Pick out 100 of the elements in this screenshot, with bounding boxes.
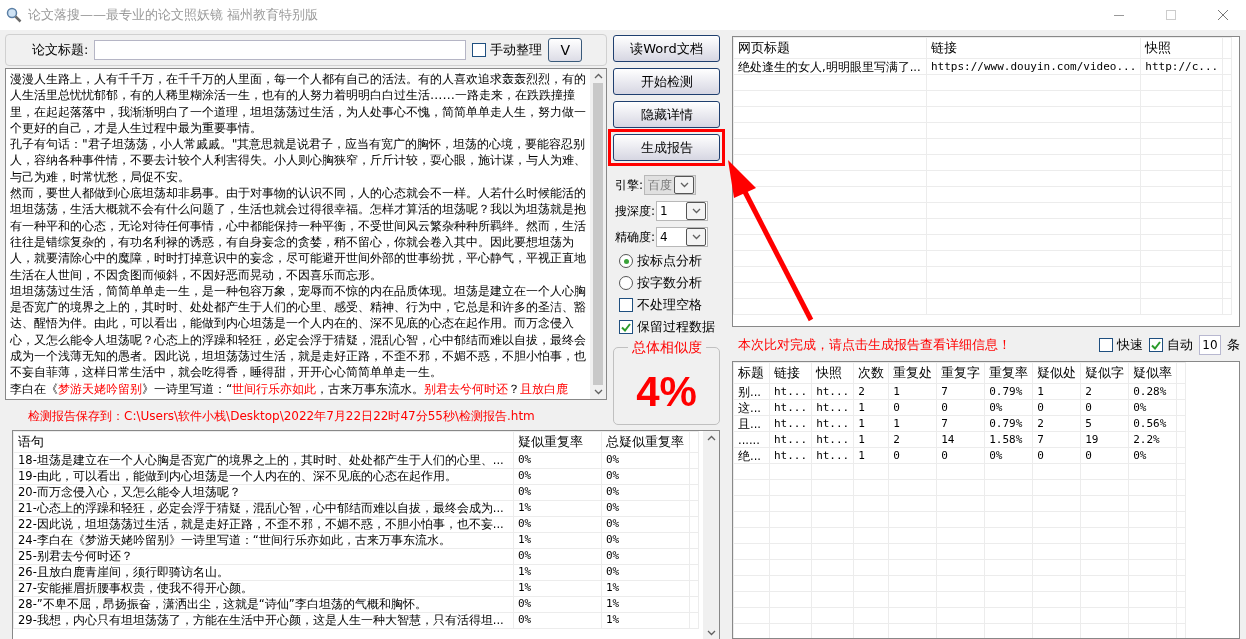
window-title: 论文落搜——最专业的论文照妖镜 福州教育特别版	[28, 6, 320, 24]
table-cell: 1.58%	[984, 431, 1033, 448]
table-cell: 0	[936, 447, 985, 464]
table-cell: 1%	[601, 612, 690, 629]
table-cell: 0%	[513, 468, 602, 485]
field-label: 论文标题:	[32, 41, 89, 59]
table-cell: 0%	[601, 564, 690, 581]
table-cell: 27-安能摧眉折腰事权贵，使我不得开心颜。	[13, 580, 514, 597]
scrollbar[interactable]	[590, 69, 606, 399]
column-header[interactable]: 语句	[13, 431, 514, 453]
option-checkbox[interactable]	[619, 298, 633, 312]
table-cell: 0	[888, 447, 937, 464]
table-cell: ht...	[769, 399, 812, 416]
table-cell: 0%	[513, 596, 602, 613]
chevron-down-icon[interactable]	[691, 208, 701, 214]
table-cell: 1%	[513, 532, 602, 549]
radio-button[interactable]	[619, 276, 633, 290]
chevron-down-icon[interactable]	[706, 629, 716, 636]
checkbox-label: 保留过程数据	[637, 318, 715, 336]
column-header[interactable]: 链接	[926, 37, 1141, 59]
title-field[interactable]	[94, 40, 467, 60]
manual-checkbox[interactable]	[472, 43, 487, 57]
column-header[interactable]: 疑似字	[1080, 362, 1129, 384]
action-button[interactable]: 开始检测	[613, 68, 720, 95]
table-cell: 这...	[733, 399, 770, 416]
v-button[interactable]: V	[548, 38, 583, 62]
column-header[interactable]: 疑似重复率	[513, 431, 602, 453]
column-header[interactable]: 快照	[1140, 37, 1223, 59]
table-cell: ht...	[811, 447, 854, 464]
table-cell: 1%	[513, 500, 602, 517]
table-cell: 19-由此，可以看出，能做到内心坦荡是一个人内在的、深不见底的心态在起作用。	[13, 468, 514, 485]
table-cell: ......	[733, 431, 770, 448]
table-cell: 0%	[601, 484, 690, 501]
table-cell: 24-李白在《梦游天姥吟留别》一诗里写道：“世间行乐亦如此，古来万事东流水。	[13, 532, 514, 549]
column-header[interactable]: 快照	[811, 362, 854, 384]
select-label: 引擎:	[615, 176, 644, 194]
table-cell: 0%	[601, 532, 690, 549]
chevron-down-icon[interactable]	[691, 234, 701, 240]
count-field[interactable]: 10	[1199, 335, 1221, 355]
radio-button[interactable]	[619, 254, 633, 268]
table-cell: 0	[1080, 399, 1129, 416]
table-cell: 1	[853, 415, 889, 432]
table-cell: 1%	[601, 596, 690, 613]
table-cell: ht...	[769, 431, 812, 448]
auto-checkbox[interactable]	[1149, 338, 1163, 352]
column-header[interactable]: 次数	[853, 362, 889, 384]
table-cell: 29-我想，内心只有坦坦荡荡了，方能在生活中开心颜，这是人生一种大智慧，只有活得坦...	[13, 612, 514, 629]
checkbox-label: 快速	[1117, 336, 1143, 354]
table-cell: 2	[853, 383, 889, 400]
table-cell: 0	[888, 399, 937, 416]
unit-label: 条	[1227, 336, 1240, 354]
column-header[interactable]: 重复字	[936, 362, 985, 384]
column-header[interactable]: 重复处	[888, 362, 937, 384]
table-cell: 7	[1032, 431, 1081, 448]
dropdown[interactable]: 1	[656, 201, 709, 221]
column-header[interactable]: 疑似率	[1128, 362, 1177, 384]
table-cell: ht...	[811, 383, 854, 400]
similarity-value: 4%	[636, 368, 697, 417]
table-cell: 0%	[601, 548, 690, 565]
column-header[interactable]: 重复率	[984, 362, 1033, 384]
column-header[interactable]: 疑似处	[1032, 362, 1081, 384]
status-message: 本次比对完成，请点击生成报告查看详细信息！	[738, 336, 1012, 354]
table-cell: 2	[1080, 383, 1129, 400]
table-cell: 0.28%	[1128, 383, 1177, 400]
magnifier-icon	[6, 7, 22, 23]
column-header[interactable]: 总疑似重复率	[601, 431, 690, 453]
table-cell: 0%	[601, 500, 690, 517]
table-cell: ht...	[811, 415, 854, 432]
checkbox-label: 手动整理	[490, 41, 543, 59]
save-path: 检测报告保存到：C:\Users\软件小栈\Desktop\2022年7月22日22时47分55秒\检测报告.htm	[27, 407, 536, 425]
table-cell: 且...	[733, 415, 770, 432]
action-button[interactable]: 读Word文档	[613, 35, 720, 62]
table-cell: 0%	[513, 612, 602, 629]
table-cell: 1	[1032, 383, 1081, 400]
option-checkbox[interactable]	[619, 320, 633, 334]
table-cell: 0%	[1128, 447, 1177, 464]
table-cell: 26-且放白鹿青崖间，须行即骑访名山。	[13, 564, 514, 581]
scroll-up-icon[interactable]	[706, 434, 716, 441]
table-cell: 1%	[513, 580, 602, 597]
column-header[interactable]: 标题	[733, 362, 770, 384]
table-cell: ht...	[811, 399, 854, 416]
table-cell: 1%	[513, 564, 602, 581]
column-header[interactable]: 网页标题	[733, 37, 927, 59]
table-cell: 1%	[601, 580, 690, 597]
table-cell: 0	[1032, 447, 1081, 464]
fast-checkbox[interactable]	[1099, 338, 1113, 352]
column-header[interactable]: 链接	[769, 362, 812, 384]
dropdown[interactable]: 4	[656, 227, 709, 247]
table-cell: 18-坦荡是建立在一个人心胸是否宽广的境界之上的，其时时、处处都产生于人们的心里、...	[13, 452, 514, 469]
scroll-up-icon[interactable]	[593, 73, 603, 79]
action-button[interactable]: 生成报告	[613, 134, 720, 161]
action-button[interactable]: 隐藏详情	[613, 101, 720, 128]
table-cell: 2	[1032, 415, 1081, 432]
table-cell: ht...	[769, 447, 812, 464]
table-cell: 19	[1080, 431, 1129, 448]
scrollbar[interactable]	[703, 430, 719, 639]
table-cell: 0%	[601, 516, 690, 533]
select-label: 精确度:	[615, 228, 656, 246]
table-cell: 7	[936, 383, 985, 400]
chevron-down-icon[interactable]	[593, 388, 603, 395]
